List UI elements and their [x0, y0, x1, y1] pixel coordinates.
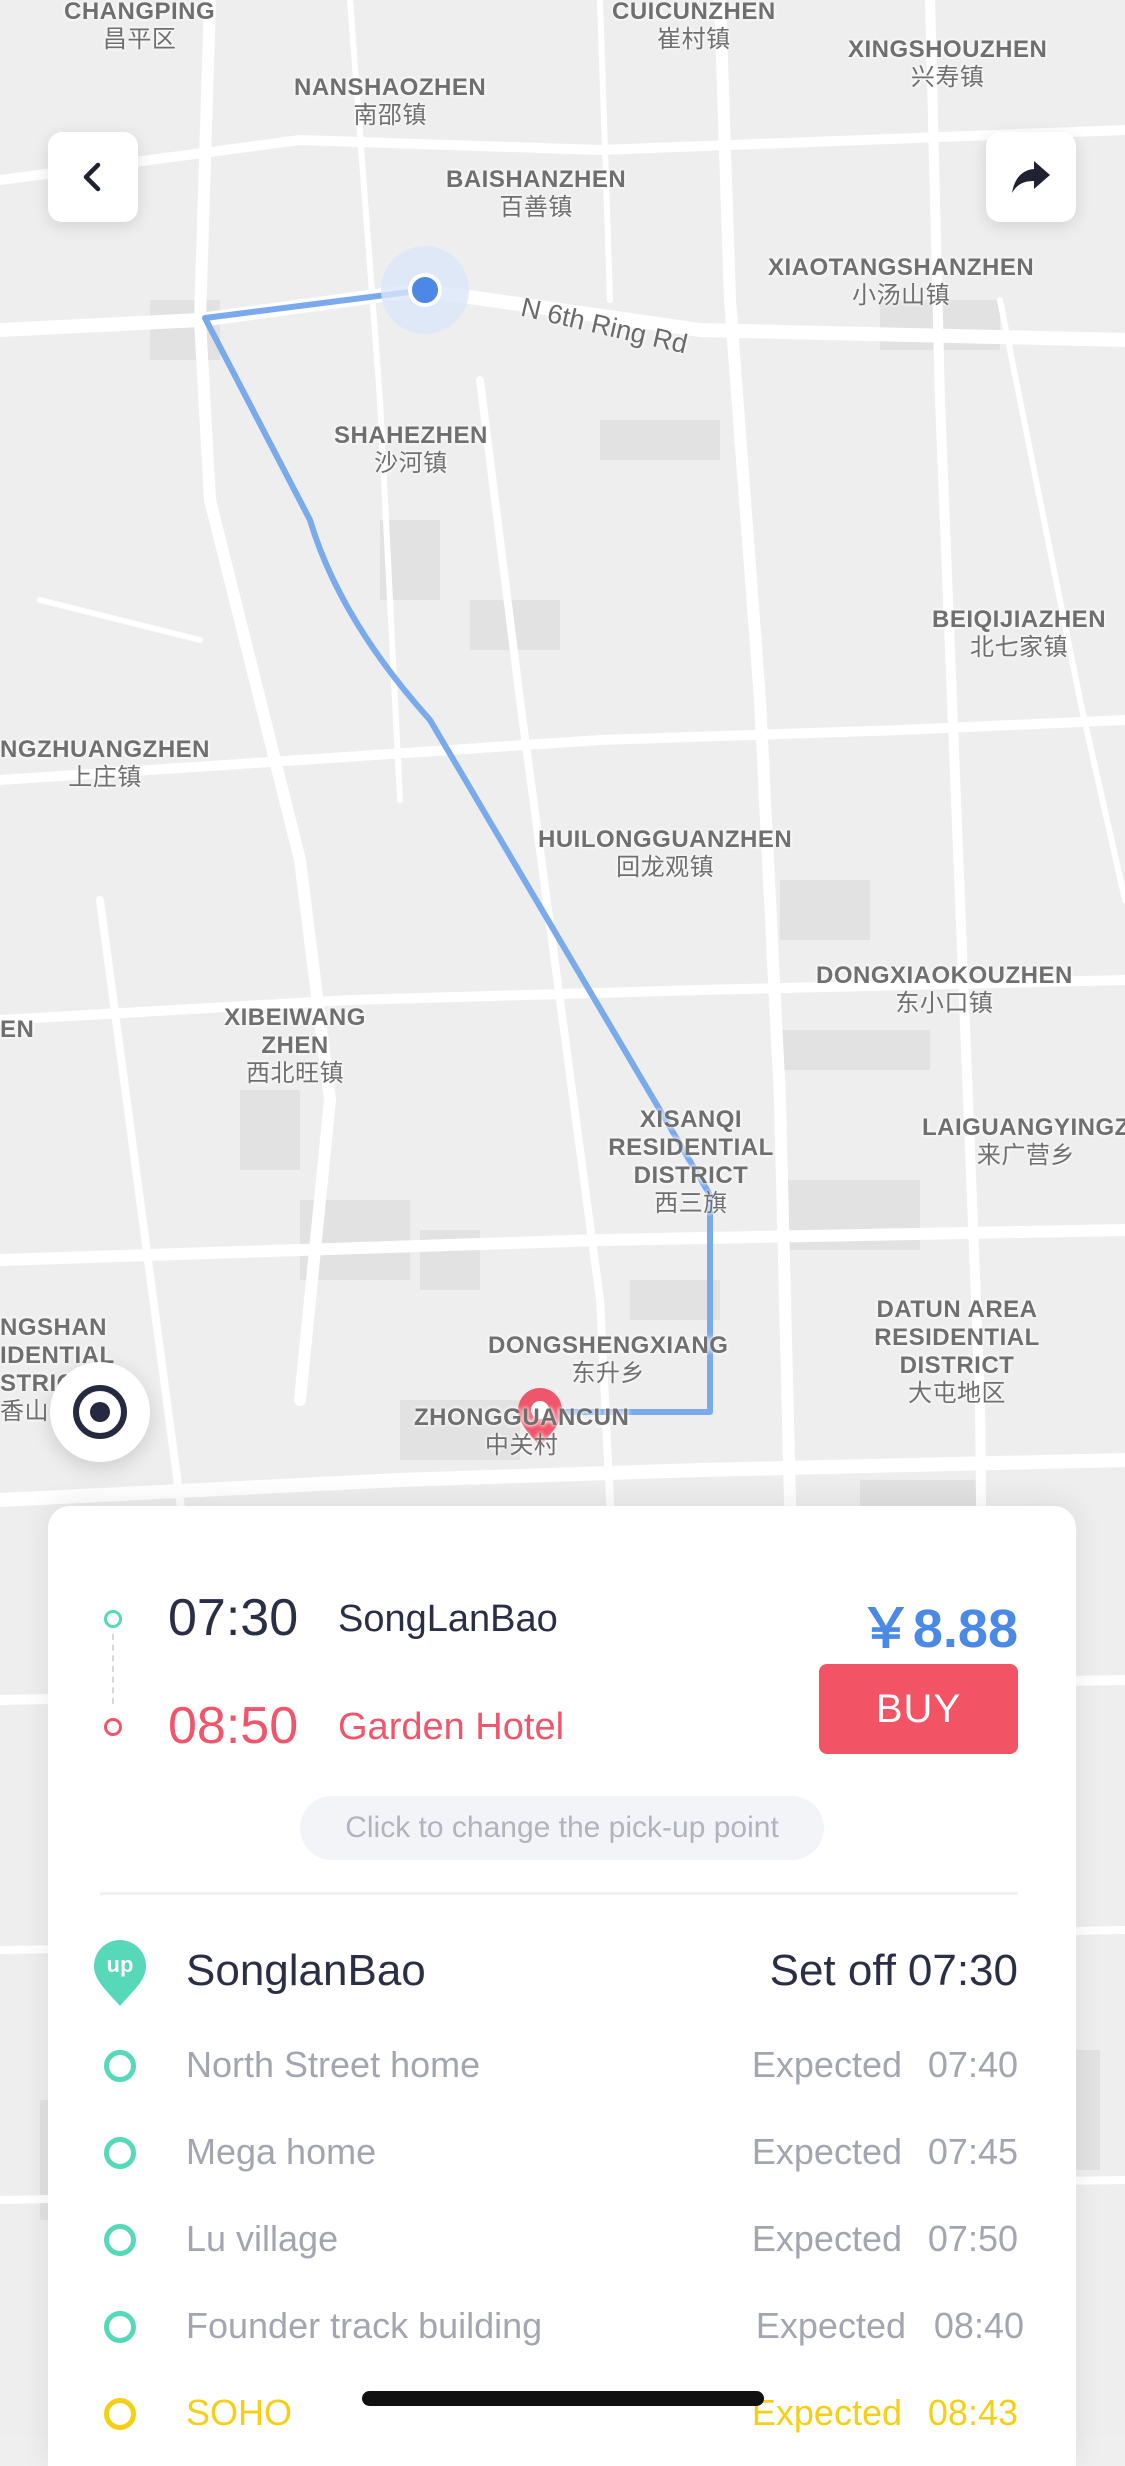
depart-time: 07:30 — [168, 1589, 299, 1647]
first-stop-name[interactable]: SonglanBao — [186, 1946, 426, 1996]
first-stop-time: 07:30 — [907, 1946, 1018, 1995]
stop-marker — [104, 2311, 136, 2343]
place-label: BEIQIJIAZHEN 北七家镇 — [932, 606, 1107, 661]
stop-name[interactable]: Mega home — [186, 2131, 376, 2173]
stop-label: Expected — [751, 2218, 902, 2259]
up-pin-icon: up — [94, 1940, 146, 2006]
place-label: EN — [0, 1016, 35, 1043]
home-indicator[interactable] — [362, 2391, 764, 2406]
stop-name[interactable]: SOHO — [186, 2392, 292, 2434]
arrive-dot — [104, 1718, 122, 1736]
place-label: DONGXIAOKOUZHEN 东小口镇 — [816, 962, 1073, 1017]
place-label: BAISHANZHEN 百善镇 — [446, 166, 627, 221]
buy-button[interactable]: BUY — [819, 1664, 1018, 1754]
stop-marker — [104, 2137, 136, 2169]
share-arrow-icon — [1012, 161, 1050, 193]
stop-label: Expected — [755, 2305, 906, 2346]
place-label: XINGSHOUZHEN 兴寿镇 — [848, 36, 1048, 91]
stop-time: 08:40 — [933, 2305, 1024, 2346]
stop-marker — [104, 2050, 136, 2082]
place-label: SHAHEZHEN 沙河镇 — [334, 422, 488, 477]
place-label: DONGSHENGXIANG 东升乡 — [488, 1332, 729, 1387]
stop-name[interactable]: North Street home — [186, 2044, 480, 2086]
place-label: DATUN AREA RESIDENTIAL DISTRICT 大屯地区 — [874, 1296, 1040, 1407]
stop-time: 08:43 — [927, 2392, 1018, 2433]
first-stop-label: Set off — [769, 1946, 896, 1995]
stop-label: Expected — [751, 2131, 902, 2172]
timeline-connector — [112, 1634, 114, 1704]
place-label: XISANQI RESIDENTIAL DISTRICT 西三旗 — [608, 1106, 774, 1217]
stop-marker — [104, 2398, 136, 2430]
place-label: CHANGPING 昌平区 — [64, 0, 216, 53]
stop-marker — [104, 2224, 136, 2256]
chevron-left-icon — [83, 162, 101, 192]
stop-label: Expected — [751, 2044, 902, 2085]
price: ￥8.88 — [858, 1599, 1018, 1659]
locate-button[interactable] — [50, 1362, 150, 1462]
place-label: NGZHUANGZHEN 上庄镇 — [0, 736, 210, 791]
stop-time: 07:45 — [927, 2131, 1018, 2172]
place-label: CUICUNZHEN 崔村镇 — [612, 0, 776, 53]
place-label: LAIGUANGYINGZ 来广营乡 — [922, 1114, 1125, 1169]
share-button[interactable] — [986, 132, 1076, 222]
place-label: HUILONGGUANZHEN 回龙观镇 — [538, 826, 793, 881]
change-pickup-button[interactable]: Click to change the pick-up point — [300, 1796, 824, 1860]
trip-card: 07:30 SongLanBao 08:50 Garden Hotel ￥8.8… — [48, 1506, 1076, 2466]
stop-name[interactable]: Founder track building — [186, 2305, 542, 2347]
arrive-time: 08:50 — [168, 1697, 299, 1755]
stop-label: Expected — [751, 2392, 902, 2433]
divider — [100, 1892, 1018, 1895]
stop-time: 07:50 — [927, 2218, 1018, 2259]
depart-dot — [104, 1610, 122, 1628]
back-button[interactable] — [48, 132, 138, 222]
stop-time: 07:40 — [927, 2044, 1018, 2085]
place-label: XIBEIWANG ZHEN 西北旺镇 — [224, 1004, 366, 1087]
place-label: ZHONGGUANCUN 中关村 — [414, 1404, 630, 1459]
arrive-place: Garden Hotel — [338, 1706, 565, 1748]
place-label: NANSHAOZHEN 南邵镇 — [294, 74, 487, 129]
locate-target-icon — [73, 1385, 127, 1439]
depart-place: SongLanBao — [338, 1598, 558, 1640]
place-label: XIAOTANGSHANZHEN 小汤山镇 — [768, 254, 1035, 309]
svg-text:up: up — [107, 1952, 134, 1977]
stop-name[interactable]: Lu village — [186, 2218, 338, 2260]
